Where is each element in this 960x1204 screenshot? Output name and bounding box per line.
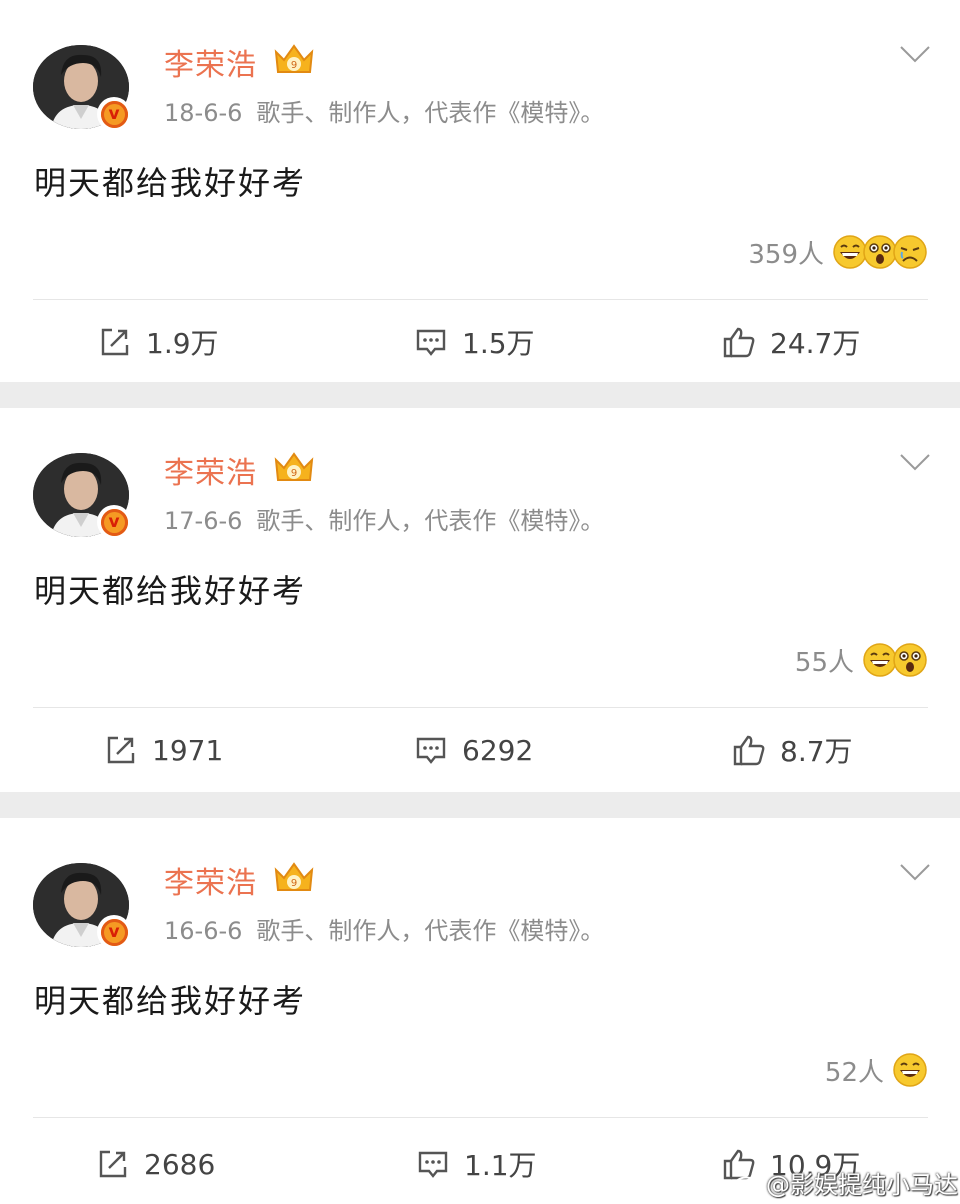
post-meta: 18-6-6 歌手、制作人，代表作《模特》。 [164,93,604,128]
svg-text:9: 9 [291,60,297,71]
chevron-down-icon[interactable] [898,42,932,66]
comment-count: 6292 [462,733,534,767]
repost-button[interactable]: 2686 [96,1142,215,1186]
author-bio: 歌手、制作人，代表作《模特》。 [256,99,605,127]
repost-button[interactable]: 1.9万 [98,320,219,364]
author-name[interactable]: 李荣浩 [164,448,257,492]
surprised-emoji-icon [893,643,927,677]
post-text: 明天都给我好好考 [34,572,307,610]
post-date: 16-6-6 [164,917,243,945]
author-bio: 歌手、制作人，代表作《模特》。 [256,917,605,945]
post-separator [0,792,960,818]
author-bio: 歌手、制作人，代表作《模特》。 [256,507,605,535]
verified-badge-icon: v [97,97,131,131]
avatar[interactable]: v [33,45,131,131]
comment-icon [416,329,446,356]
post-card: v 李荣浩 9 16-6-6 歌手、制作人，代表作《模特》。 明天都给我好好考 5… [0,818,960,1204]
divider [33,299,928,300]
divider [33,707,928,708]
weibo-feed: v 李荣浩 9 18-6-6 歌手、制作人，代表作《模特》。 明天都给我好好考 3… [0,0,960,1204]
svg-text:9: 9 [291,468,297,479]
author-name[interactable]: 李荣浩 [164,858,257,902]
like-count: 24.7万 [770,327,861,360]
post-separator [0,382,960,408]
comment-count: 1.5万 [462,327,535,360]
watermark-text: @影娱提纯小马达 [766,1170,958,1199]
repost-count: 1971 [152,733,224,767]
comment-icon [416,737,446,764]
author-name[interactable]: 李荣浩 [164,40,257,84]
avatar[interactable]: v [33,863,131,949]
reaction-summary[interactable]: 55人 [795,638,928,682]
avatar[interactable]: v [33,453,131,539]
like-button[interactable]: 8.7万 [732,728,853,772]
chevron-down-icon[interactable] [898,860,932,884]
verified-badge-icon: v [97,505,131,539]
sad-emoji-icon [893,235,927,269]
post-card: v 李荣浩 9 17-6-6 歌手、制作人，代表作《模特》。 明天都给我好好考 5… [0,408,960,790]
post-meta: 17-6-6 歌手、制作人，代表作《模特》。 [164,501,604,536]
repost-icon [107,736,135,764]
like-count: 8.7万 [780,735,853,768]
laugh-emoji-icon [893,1053,927,1087]
like-button[interactable]: 24.7万 [722,320,860,364]
chevron-down-icon[interactable] [898,450,932,474]
repost-count: 1.9万 [146,327,219,360]
vip-crown-icon: 9 [274,862,314,891]
weibo-logo-icon [734,1172,761,1194]
post-meta: 16-6-6 歌手、制作人，代表作《模特》。 [164,911,604,946]
post-text: 明天都给我好好考 [34,164,307,202]
post-date: 18-6-6 [164,99,243,127]
thumbs-up-icon [733,735,765,766]
svg-text:9: 9 [291,878,297,889]
vip-crown-icon: 9 [274,452,314,481]
reaction-count: 55人 [794,647,854,678]
comment-count: 1.1万 [464,1149,537,1182]
vip-crown-icon: 9 [274,44,314,73]
verified-badge-icon: v [97,915,131,949]
thumbs-up-icon [723,327,755,358]
divider [33,1117,928,1118]
post-card: v 李荣浩 9 18-6-6 歌手、制作人，代表作《模特》。 明天都给我好好考 3… [0,0,960,382]
comment-button[interactable]: 1.1万 [416,1142,537,1186]
reaction-summary[interactable]: 52人 [825,1048,928,1092]
comment-icon [418,1151,448,1178]
watermark: @影娱提纯小马达 [734,1164,958,1200]
post-text: 明天都给我好好考 [34,982,307,1020]
comment-button[interactable]: 6292 [414,728,533,772]
repost-count: 2686 [144,1147,216,1181]
post-date: 17-6-6 [164,507,243,535]
comment-button[interactable]: 1.5万 [414,320,535,364]
reaction-count: 52人 [824,1057,884,1088]
reaction-summary[interactable]: 359人 [748,230,928,274]
repost-icon [101,328,129,356]
reaction-count: 359人 [748,239,824,270]
repost-icon [99,1150,127,1178]
repost-button[interactable]: 1971 [104,728,223,772]
